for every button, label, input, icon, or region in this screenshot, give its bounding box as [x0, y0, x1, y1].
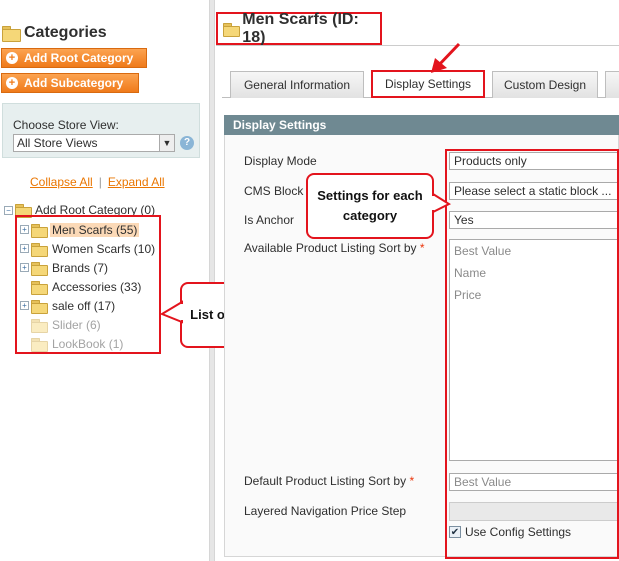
chevron-down-icon: ▼ — [159, 135, 174, 151]
section-header: Display Settings — [224, 115, 619, 135]
settings-callout-text: Settings for each category — [317, 188, 423, 223]
collapse-all-link[interactable]: Collapse All — [30, 175, 93, 189]
tab-more[interactable] — [605, 71, 619, 98]
callout-pointer — [431, 192, 451, 214]
store-view-select[interactable]: All Store Views ▼ — [13, 134, 175, 152]
tab-label: Display Settings — [384, 77, 472, 91]
callout-pointer — [160, 300, 184, 324]
plus-icon: + — [6, 77, 18, 89]
title-divider — [216, 45, 619, 46]
help-icon[interactable]: ? — [180, 136, 194, 150]
add-root-category-label: Add Root Category — [24, 51, 134, 65]
sort-by-label: Available Product Listing Sort by * — [244, 241, 425, 255]
separator: | — [98, 175, 102, 189]
is-anchor-label: Is Anchor — [244, 213, 295, 227]
plus-icon: + — [6, 52, 18, 64]
page-title-box: Men Scarfs (ID: 18) — [216, 10, 382, 46]
add-root-category-button[interactable]: + Add Root Category — [1, 48, 147, 68]
required-marker: * — [419, 241, 425, 255]
column-divider — [209, 0, 215, 561]
expand-all-link[interactable]: Expand All — [108, 175, 165, 189]
cms-block-label: CMS Block — [244, 184, 304, 198]
required-marker: * — [409, 474, 415, 488]
default-sort-label: Default Product Listing Sort by * — [244, 474, 414, 488]
settings-highlight-box — [445, 149, 619, 559]
screenshot-root: Categories + Add Root Category + Add Sub… — [0, 0, 619, 561]
store-view-label: Choose Store View: — [13, 118, 119, 132]
collapse-icon[interactable]: − — [4, 205, 13, 215]
page-title: Men Scarfs (ID: 18) — [242, 10, 359, 46]
tree-controls: Collapse All | Expand All — [30, 175, 165, 189]
add-subcategory-button[interactable]: + Add Subcategory — [1, 73, 139, 93]
settings-callout: Settings for each category — [306, 173, 434, 239]
categories-header: Categories — [2, 23, 107, 43]
price-step-label: Layered Navigation Price Step — [244, 504, 407, 518]
default-sort-label-text: Default Product Listing Sort by — [244, 474, 407, 488]
add-subcategory-label: Add Subcategory — [24, 76, 124, 90]
categories-highlight-box — [15, 215, 161, 354]
tab-label: Custom Design — [503, 78, 587, 92]
categories-title: Categories — [24, 24, 107, 41]
folder-icon — [2, 26, 21, 42]
store-view-switcher: Choose Store View: All Store Views ▼ ? — [2, 103, 200, 158]
pointer-arrow-icon — [431, 42, 461, 73]
tab-general-information[interactable]: General Information — [230, 71, 364, 98]
folder-icon — [223, 22, 241, 37]
tab-label: General Information — [243, 78, 351, 92]
store-view-value: All Store Views — [17, 136, 98, 150]
display-mode-label: Display Mode — [244, 154, 317, 168]
main-panel: Men Scarfs (ID: 18) General Information … — [216, 0, 619, 561]
tab-custom-design[interactable]: Custom Design — [492, 71, 598, 98]
sort-by-label-text: Available Product Listing Sort by — [244, 241, 417, 255]
